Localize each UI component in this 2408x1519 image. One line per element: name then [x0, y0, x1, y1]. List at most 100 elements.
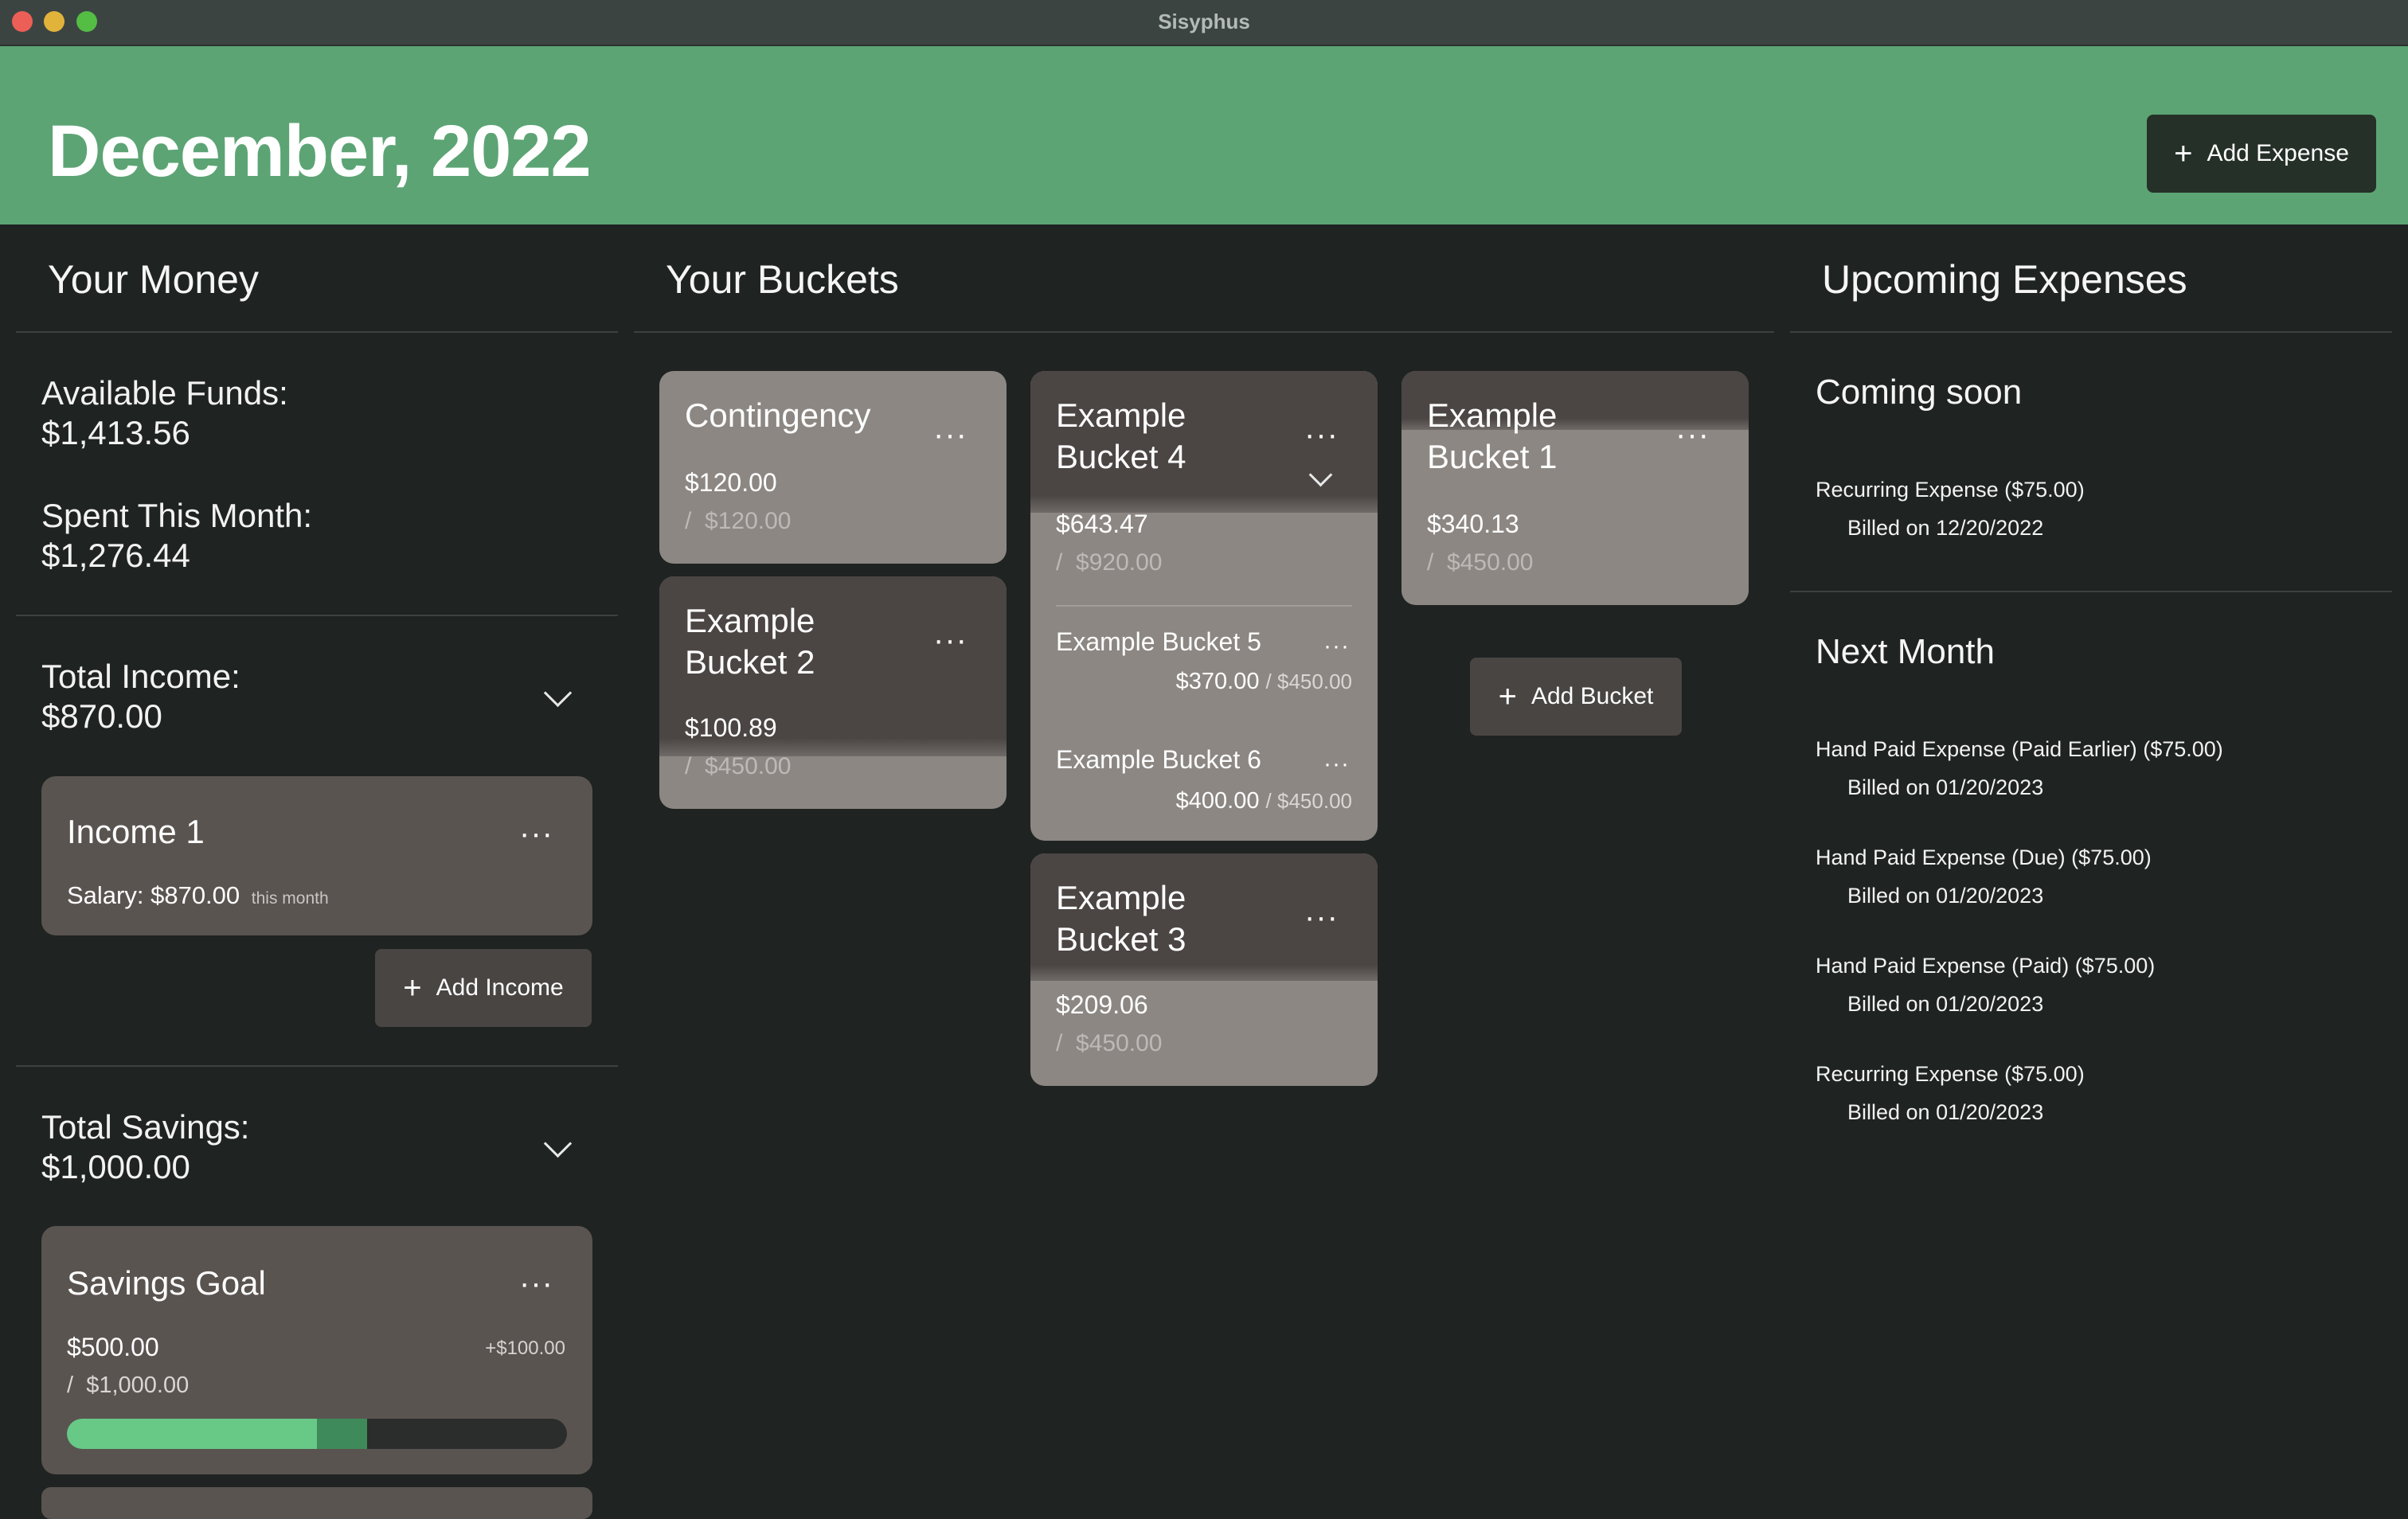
slash-separator: / — [685, 508, 692, 534]
next-month-heading: Next Month — [1816, 632, 1995, 671]
bucket-amount: $209.06 — [1056, 990, 1148, 1019]
bucket-goal-value: $120.00 — [705, 508, 792, 534]
sub-bucket-amount-value: $370.00 — [1175, 669, 1260, 694]
add-bucket-button[interactable]: + Add Bucket — [1470, 658, 1682, 736]
bucket-goal: / $450.00 — [685, 753, 791, 780]
bucket-amount: $120.00 — [685, 468, 777, 497]
bucket-card-example-4[interactable]: Example Bucket 4 ··· $643.47 / $920.00 E… — [1030, 371, 1378, 841]
bucket-card-contingency[interactable]: Contingency ··· $120.00 / $120.00 — [659, 371, 1007, 564]
add-income-button[interactable]: + Add Income — [375, 949, 592, 1027]
window-titlebar: Sisyphus — [0, 0, 2408, 46]
bucket-goal: / $450.00 — [1427, 549, 1533, 576]
income-card[interactable]: Income 1 ··· Salary: $870.00 this month — [41, 776, 592, 935]
available-funds-value: $1,413.56 — [41, 414, 190, 451]
sub-bucket-goal-value: $450.00 — [1277, 670, 1352, 693]
savings-goal-amount: / $1,000.00 — [67, 1373, 189, 1399]
bucket-title-line2: Bucket 4 — [1056, 438, 1186, 475]
sub-bucket-amount-value: $400.00 — [1175, 788, 1260, 814]
spent-this-month-value: $1,276.44 — [41, 537, 190, 574]
bucket-amount: $643.47 — [1056, 510, 1148, 538]
expense-name[interactable]: Hand Paid Expense (Paid) ($75.00) — [1816, 954, 2155, 978]
slash-separator: / — [1265, 789, 1272, 813]
bucket-title-line2: Bucket 2 — [685, 643, 815, 681]
sub-bucket-amount: $370.00 / $450.00 — [1176, 669, 1352, 695]
savings-card-next[interactable] — [41, 1487, 592, 1519]
bucket-goal: / $450.00 — [1056, 1030, 1162, 1057]
your-money-title: Your Money — [48, 257, 259, 302]
divider — [16, 1065, 618, 1067]
bucket-amount: $340.13 — [1427, 510, 1519, 538]
sub-bucket-title[interactable]: Example Bucket 5 — [1056, 627, 1261, 657]
add-income-label: Add Income — [436, 974, 564, 1001]
more-options-icon[interactable]: ··· — [1323, 635, 1350, 658]
income-detail: Salary: $870.00 this month — [67, 881, 329, 910]
more-options-icon[interactable]: ··· — [933, 419, 968, 451]
sub-bucket-title[interactable]: Example Bucket 6 — [1056, 745, 1261, 775]
sub-bucket-amount: $400.00 / $450.00 — [1176, 788, 1352, 814]
expense-billed-date: Billed on 01/20/2023 — [1847, 775, 2044, 799]
bucket-card-example-3[interactable]: Example Bucket 3 ··· $209.06 / $450.00 — [1030, 853, 1378, 1086]
bucket-title-line2: Bucket 1 — [1427, 438, 1558, 475]
bucket-card-example-2[interactable]: Example Bucket 2 ··· $100.89 / $450.00 — [659, 576, 1007, 809]
slash-separator: / — [1056, 549, 1063, 576]
savings-amount: $500.00 — [67, 1333, 159, 1361]
expense-name[interactable]: Hand Paid Expense (Due) ($75.00) — [1816, 845, 2152, 870]
expense-name[interactable]: Recurring Expense ($75.00) — [1816, 478, 2085, 502]
chevron-down-icon[interactable] — [543, 1129, 573, 1158]
more-options-icon[interactable]: ··· — [1304, 901, 1339, 933]
bucket-goal-value: $450.00 — [1447, 549, 1534, 576]
available-funds-label: Available Funds: — [41, 374, 288, 412]
more-options-icon[interactable]: ··· — [1304, 419, 1339, 451]
divider — [1790, 331, 2392, 333]
savings-progress-pending — [317, 1419, 367, 1449]
bucket-title-line1: Example — [1056, 396, 1186, 434]
bucket-title: Contingency — [685, 396, 871, 434]
total-income-label: Total Income: — [41, 658, 240, 695]
plus-icon: + — [1498, 679, 1517, 714]
income-period: this month — [251, 889, 329, 908]
expense-billed-date: Billed on 12/20/2022 — [1847, 516, 2044, 540]
savings-goal-title: Savings Goal — [67, 1264, 266, 1302]
income-detail-text: Salary: $870.00 — [67, 881, 240, 909]
slash-separator: / — [1427, 549, 1434, 576]
savings-goal-value: $1,000.00 — [86, 1373, 190, 1398]
expense-name[interactable]: Recurring Expense ($75.00) — [1816, 1062, 2085, 1087]
slash-separator: / — [685, 753, 692, 779]
savings-pending: +$100.00 — [485, 1337, 565, 1359]
bucket-goal-value: $450.00 — [1076, 1030, 1163, 1056]
spent-this-month-label: Spent This Month: — [41, 497, 313, 534]
more-options-icon[interactable]: ··· — [1675, 419, 1710, 451]
bucket-title-line1: Example — [685, 602, 815, 639]
add-bucket-label: Add Bucket — [1530, 683, 1654, 709]
divider — [1056, 605, 1352, 607]
bucket-goal-value: $450.00 — [705, 753, 792, 779]
month-title: December, 2022 — [48, 111, 592, 192]
more-options-icon[interactable]: ··· — [519, 818, 553, 849]
add-expense-label: Add Expense — [2207, 140, 2349, 166]
chevron-down-icon[interactable] — [543, 678, 573, 708]
upcoming-expenses-title: Upcoming Expenses — [1822, 257, 2187, 302]
income-title: Income 1 — [67, 813, 205, 850]
your-buckets-title: Your Buckets — [666, 257, 899, 302]
more-options-icon[interactable]: ··· — [1323, 752, 1350, 776]
savings-progress-fill — [67, 1419, 317, 1449]
expense-name[interactable]: Hand Paid Expense (Paid Earlier) ($75.00… — [1816, 737, 2223, 762]
add-expense-button[interactable]: + Add Expense — [2147, 115, 2376, 193]
divider — [1790, 591, 2392, 592]
coming-soon-heading: Coming soon — [1816, 373, 2023, 412]
savings-progress-bar — [67, 1419, 567, 1449]
divider — [16, 615, 618, 616]
sub-bucket-goal: / $450.00 — [1266, 670, 1352, 693]
expense-billed-date: Billed on 01/20/2023 — [1847, 992, 2044, 1016]
total-savings-value: $1,000.00 — [41, 1148, 190, 1185]
expense-billed-date: Billed on 01/20/2023 — [1847, 884, 2044, 908]
bucket-goal-value: $920.00 — [1076, 549, 1163, 576]
bucket-card-example-1[interactable]: Example Bucket 1 ··· $340.13 / $450.00 — [1401, 371, 1749, 605]
bucket-title-line2: Bucket 3 — [1056, 920, 1186, 958]
more-options-icon[interactable]: ··· — [519, 1267, 553, 1299]
more-options-icon[interactable]: ··· — [933, 624, 968, 656]
bucket-amount: $100.89 — [685, 713, 777, 742]
bucket-goal: / $920.00 — [1056, 549, 1162, 576]
slash-separator: / — [1056, 1030, 1063, 1056]
bucket-goal: / $120.00 — [685, 508, 791, 535]
